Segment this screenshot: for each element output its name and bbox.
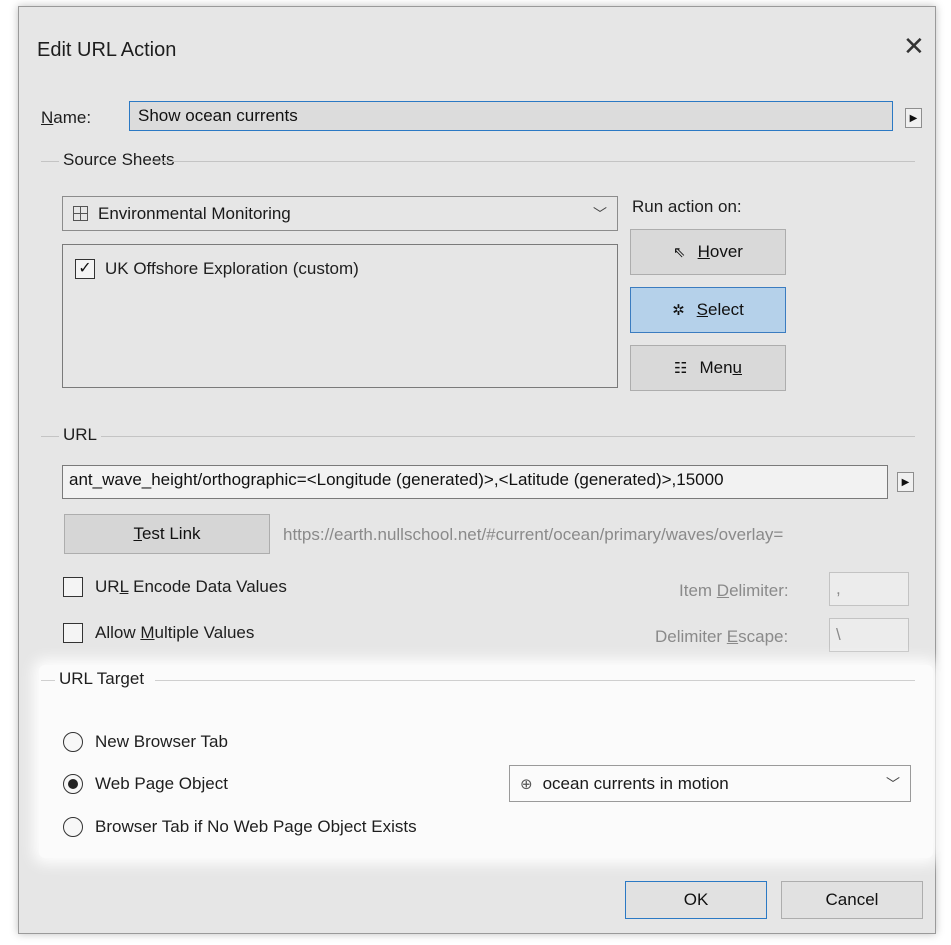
test-link-label: Test Link (133, 524, 200, 544)
url-encode-option[interactable]: URL Encode Data Values (63, 577, 287, 597)
menu-button[interactable]: ☷ Menu (630, 345, 786, 391)
hover-label-post: over (709, 242, 743, 261)
test-link-button[interactable]: Test Link (64, 514, 270, 554)
delimiter-escape-input[interactable]: \ (829, 618, 909, 652)
run-action-label: Run action on: (632, 197, 742, 216)
test-link-key: T (133, 524, 142, 543)
allow-multiple-option[interactable]: Allow Multiple Values (63, 623, 254, 643)
url-encode-pre: UR (95, 577, 120, 596)
insert-field-arrow-icon[interactable]: ▶ (905, 108, 922, 128)
radio-web-page-object-label: Web Page Object (95, 774, 228, 793)
allow-multiple-pre: Allow (95, 623, 141, 642)
item-delimiter-key: D (716, 581, 730, 600)
select-button[interactable]: ✲ Select (630, 287, 786, 333)
menu-label-key: u (732, 358, 742, 377)
menu-label-pre: Men (699, 358, 733, 377)
url-encode-post: Encode Data Values (128, 577, 287, 596)
radio-selected-dot (68, 779, 78, 789)
radio-new-browser-tab-circle[interactable] (63, 732, 83, 752)
allow-multiple-checkbox[interactable] (63, 623, 83, 643)
globe-icon: ⊕ (520, 775, 533, 793)
cancel-button[interactable]: Cancel (781, 881, 923, 919)
menu-button-label: Menu (699, 358, 742, 378)
hover-button-label: Hover (698, 242, 743, 262)
item-delimiter-input[interactable]: , (829, 572, 909, 606)
radio-new-browser-tab-label: New Browser Tab (95, 732, 228, 751)
url-target-divider-left (41, 680, 55, 681)
ok-button[interactable]: OK (625, 881, 767, 919)
web-object-dropdown[interactable]: ⊕ ocean currents in motion ﹀ (509, 765, 911, 802)
chevron-down-icon: ﹀ (593, 205, 607, 222)
select-cursor-icon: ✲ (672, 302, 685, 319)
radio-web-page-object[interactable]: Web Page Object (63, 774, 228, 794)
url-encode-label: URL Encode Data Values (95, 577, 287, 597)
delimiter-escape-key: E (726, 627, 739, 646)
delimiter-escape-label: Delimiter Escape: (655, 627, 788, 647)
sheet-label: UK Offshore Exploration (custom) (105, 259, 359, 278)
url-insert-arrow-icon[interactable]: ▶ (897, 472, 914, 492)
close-icon[interactable]: ✕ (903, 33, 925, 59)
delimiter-escape-post: scape: (738, 627, 789, 646)
edit-url-action-dialog: Edit URL Action ✕ Name: ▶ Source Sheets … (18, 6, 936, 934)
url-encode-checkbox[interactable] (63, 577, 83, 597)
url-divider-left (41, 436, 59, 437)
item-delimiter-label: Item Delimiter: (679, 581, 789, 601)
menu-cursor-icon: ☷ (674, 360, 688, 377)
pointer-icon: ⇖ (673, 244, 686, 261)
dashboard-dropdown[interactable]: Environmental Monitoring ﹀ (62, 196, 618, 231)
url-preview: https://earth.nullschool.net/#current/oc… (283, 525, 784, 544)
name-label: Name: (41, 108, 91, 128)
radio-browser-tab-fallback-label: Browser Tab if No Web Page Object Exists (95, 817, 417, 836)
source-sheets-divider-left (41, 161, 59, 162)
dashboard-dropdown-value: Environmental Monitoring (98, 203, 291, 223)
radio-web-page-object-circle[interactable] (63, 774, 83, 794)
item-delimiter-pre: Item (679, 581, 717, 600)
sheets-list: ✓ UK Offshore Exploration (custom) (62, 244, 618, 388)
allow-multiple-label: Allow Multiple Values (95, 623, 254, 643)
name-label-rest: ame: (53, 108, 92, 127)
hover-button[interactable]: ⇖ Hover (630, 229, 786, 275)
hover-label-key: H (697, 242, 710, 261)
allow-multiple-post: ultiple Values (154, 623, 255, 642)
radio-new-browser-tab[interactable]: New Browser Tab (63, 732, 228, 752)
list-item[interactable]: ✓ UK Offshore Exploration (custom) (75, 259, 359, 279)
select-label-post: elect (708, 300, 744, 319)
sheet-checkbox[interactable]: ✓ (75, 259, 95, 279)
web-object-dropdown-value: ocean currents in motion (542, 773, 729, 793)
url-input[interactable]: ant_wave_height/orthographic=<Longitude … (62, 465, 888, 499)
dashboard-grid-icon (73, 206, 88, 221)
url-target-heading: URL Target (59, 669, 145, 688)
delimiter-escape-pre: Delimiter (655, 627, 727, 646)
dialog-title: Edit URL Action (37, 39, 177, 61)
test-link-rest: est Link (141, 524, 201, 543)
url-divider (101, 436, 915, 437)
radio-browser-tab-fallback-circle[interactable] (63, 817, 83, 837)
select-button-label: Select (697, 300, 744, 320)
url-target-divider (155, 680, 915, 681)
select-label-key: S (696, 300, 708, 319)
name-label-accesskey: N (41, 108, 54, 127)
allow-multiple-key: M (140, 623, 155, 642)
item-delimiter-post: elimiter: (729, 581, 789, 600)
source-sheets-divider (153, 161, 915, 162)
chevron-down-icon: ﹀ (886, 775, 900, 792)
name-input[interactable] (129, 101, 893, 131)
radio-browser-tab-fallback[interactable]: Browser Tab if No Web Page Object Exists (63, 817, 417, 837)
url-heading: URL (63, 425, 98, 444)
source-sheets-heading: Source Sheets (63, 150, 175, 169)
